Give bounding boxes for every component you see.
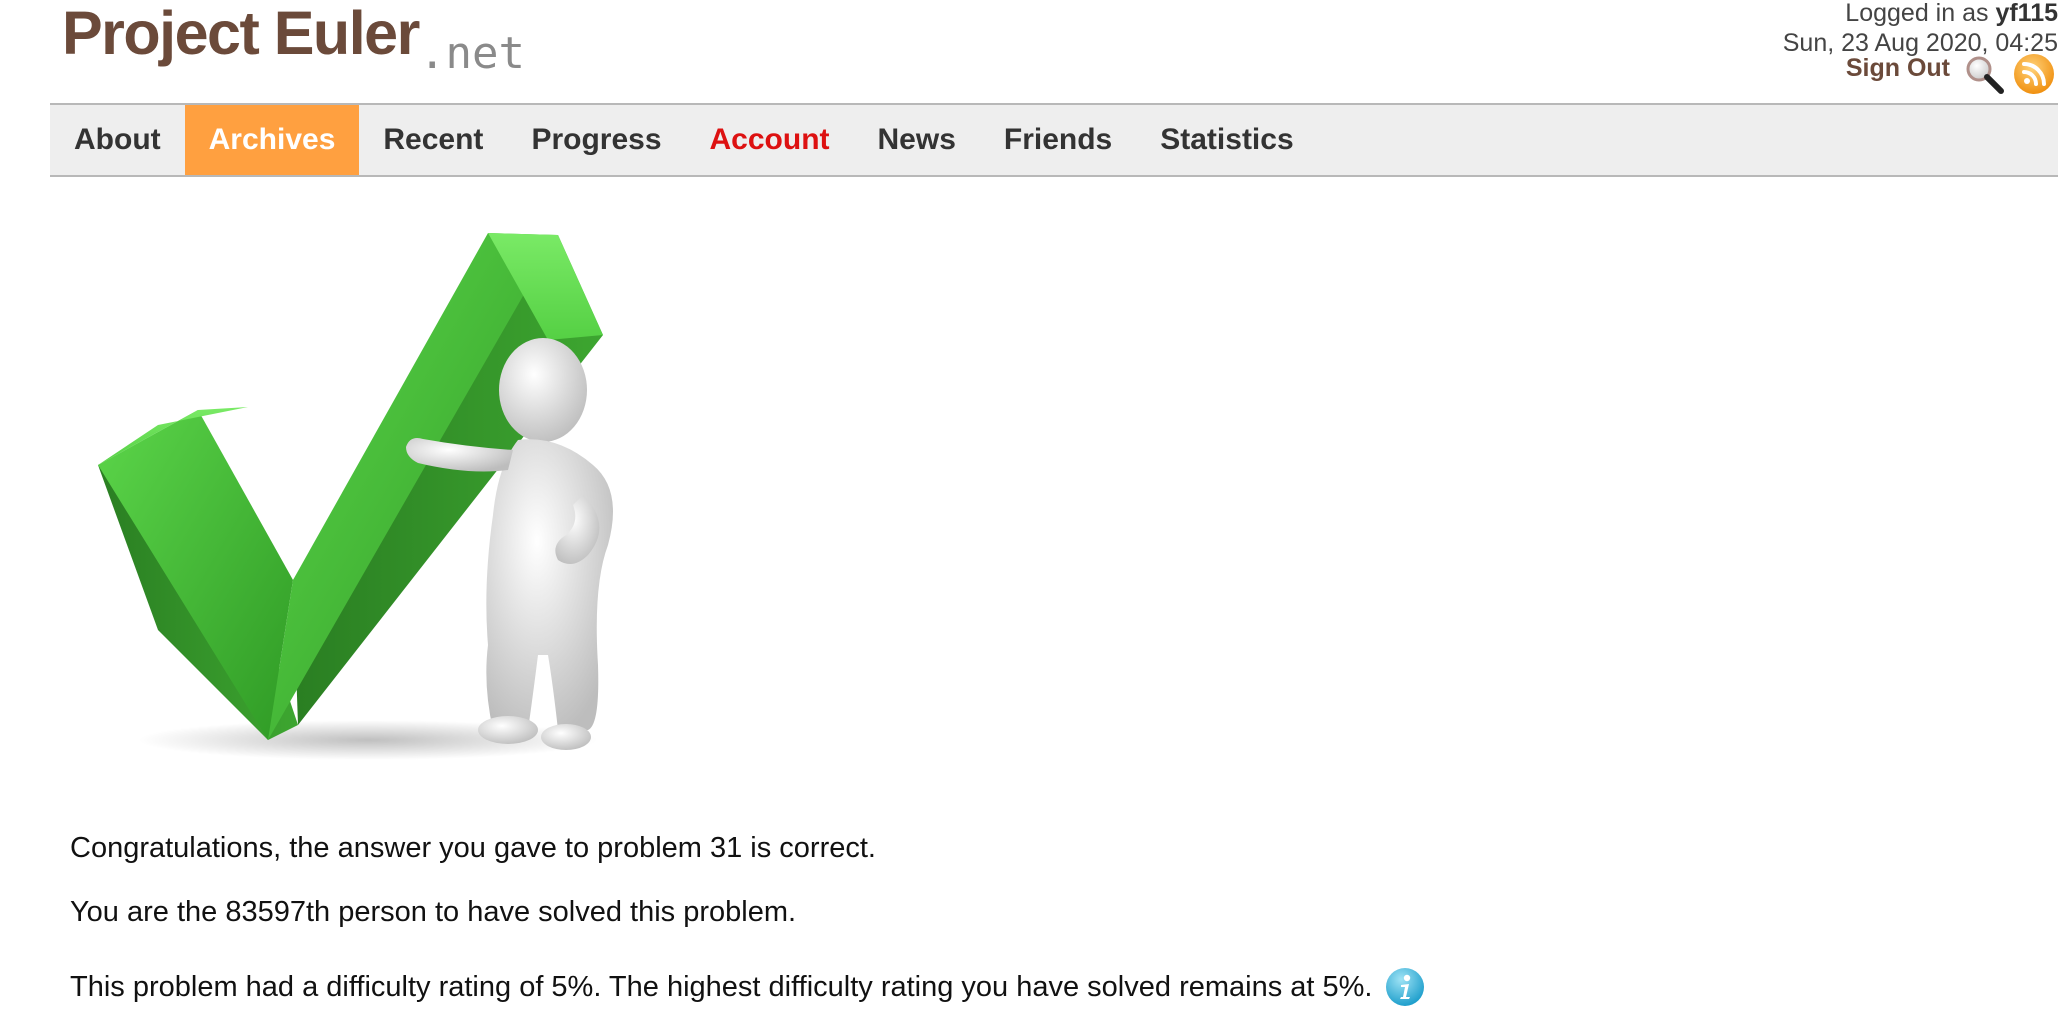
difficulty-text: This problem had a difficulty rating of …: [70, 970, 1373, 1003]
nav-account[interactable]: Account: [686, 105, 854, 175]
difficulty-message: This problem had a difficulty rating of …: [70, 966, 1426, 1008]
nav-statistics[interactable]: Statistics: [1136, 105, 1317, 175]
nav-recent[interactable]: Recent: [359, 105, 507, 175]
nav-archives[interactable]: Archives: [184, 105, 360, 175]
solver-rank-message: You are the 83597th person to have solve…: [70, 896, 797, 928]
correct-answer-message: Congratulations, the answer you gave to …: [70, 832, 876, 864]
account-actions: Sign Out: [1846, 52, 2056, 96]
sign-out-link[interactable]: Sign Out: [1846, 54, 1950, 83]
user-info: Logged in as yf115 Sun, 23 Aug 2020, 04:…: [1558, 0, 2058, 58]
logo-suffix: .net: [419, 28, 525, 79]
nav-friends[interactable]: Friends: [980, 105, 1136, 175]
nav-about[interactable]: About: [50, 105, 185, 175]
login-status: Logged in as yf115: [1558, 0, 2058, 28]
correct-checkmark-illustration: [98, 233, 613, 760]
search-icon[interactable]: [1962, 52, 2006, 96]
nav-news[interactable]: News: [854, 105, 980, 175]
main-nav: About Archives Recent Progress Account N…: [50, 103, 2058, 177]
info-icon[interactable]: [1384, 966, 1426, 1008]
site-logo[interactable]: Project Euler .net: [62, 0, 562, 80]
logged-in-prefix: Logged in as: [1845, 0, 1989, 27]
page: Project Euler .net Logged in as yf115 Su…: [0, 0, 2058, 1012]
logo-title: Project Euler: [62, 0, 420, 67]
nav-progress[interactable]: Progress: [507, 105, 685, 175]
username: yf115: [1995, 0, 2058, 27]
rss-icon[interactable]: [2012, 52, 2056, 96]
